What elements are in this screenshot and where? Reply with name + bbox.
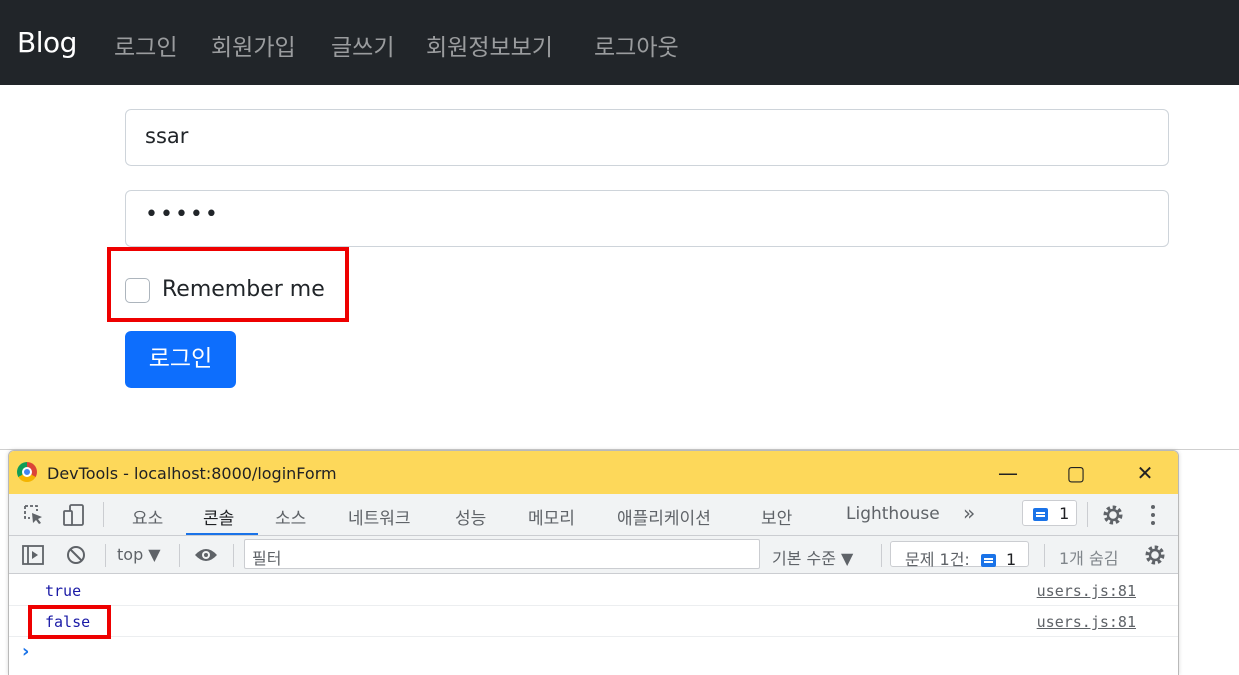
navbar-brand[interactable]: Blog <box>17 26 77 59</box>
login-button[interactable]: 로그인 <box>125 331 236 388</box>
nav-link-logout[interactable]: 로그아웃 <box>594 28 679 62</box>
tab-sources[interactable]: 소스 <box>275 504 306 529</box>
active-tab-indicator <box>186 533 258 535</box>
chrome-icon <box>17 462 37 482</box>
console-message-row: true users.js:81 <box>9 575 1178 606</box>
devtools-title: DevTools - localhost:8000/loginForm <box>47 464 337 483</box>
filterbar-separator <box>105 544 106 567</box>
clear-console-icon[interactable] <box>66 545 86 565</box>
console-settings-gear-icon[interactable] <box>1144 544 1166 566</box>
more-tabs-icon[interactable]: » <box>963 501 975 525</box>
toolbar-separator <box>103 502 104 527</box>
issues-prefix: 문제 1건: <box>905 550 970 569</box>
live-expression-eye-icon[interactable] <box>194 546 218 564</box>
console-filter-input[interactable]: 필터 <box>244 539 760 569</box>
console-source-link[interactable]: users.js:81 <box>1037 582 1136 600</box>
filterbar-separator <box>179 544 180 567</box>
device-toolbar-icon[interactable] <box>62 503 86 527</box>
inspect-element-icon[interactable] <box>23 504 45 526</box>
username-input[interactable]: ssar <box>125 109 1169 166</box>
maximize-button[interactable]: ▢ <box>1061 459 1091 487</box>
message-icon <box>980 554 996 567</box>
issues-counter-button[interactable]: 문제 1건: 1 <box>890 541 1029 569</box>
issues-badge[interactable]: 1 <box>1022 500 1077 526</box>
remember-label[interactable]: Remember me <box>162 277 325 302</box>
username-value: ssar <box>145 124 189 148</box>
nav-link-user-info[interactable]: 회원정보보기 <box>426 28 553 62</box>
tab-security[interactable]: 보안 <box>761 504 792 529</box>
filterbar-separator <box>1044 544 1045 567</box>
nav-link-write[interactable]: 글쓰기 <box>331 28 394 62</box>
filterbar-separator <box>233 544 234 567</box>
log-level-dropdown[interactable]: 기본 수준 ▼ <box>772 545 853 569</box>
issues-count: 1 <box>1006 550 1017 569</box>
tab-network[interactable]: 네트워크 <box>348 504 411 529</box>
console-message-row: false users.js:81 <box>9 606 1178 637</box>
tab-application[interactable]: 애플리케이션 <box>617 504 711 529</box>
context-selector[interactable]: top ▼ <box>117 545 161 564</box>
console-prompt-icon[interactable]: › <box>22 641 29 662</box>
tab-memory[interactable]: 메모리 <box>528 504 575 529</box>
console-value: true <box>45 582 82 600</box>
tab-elements[interactable]: 요소 <box>132 504 163 529</box>
console-filterbar: top ▼ 필터 기본 수준 ▼ 문제 1건: 1 1개 숨김 <box>9 536 1178 574</box>
false-highlight-box <box>28 605 111 639</box>
navbar: Blog 로그인 회원가입 글쓰기 회원정보보기 로그아웃 <box>0 0 1239 85</box>
toolbar-separator <box>1087 502 1088 527</box>
filterbar-separator <box>881 544 882 567</box>
sidebar-toggle-icon[interactable] <box>22 545 44 565</box>
devtools-tabbar: 요소 콘솔 소스 네트워크 성능 메모리 애플리케이션 보안 Lighthous… <box>9 494 1178 536</box>
nav-link-login[interactable]: 로그인 <box>114 28 177 62</box>
message-icon <box>1033 508 1048 521</box>
password-input[interactable]: ••••• <box>125 190 1169 247</box>
hidden-count: 1개 숨김 <box>1059 549 1119 568</box>
console-source-link[interactable]: users.js:81 <box>1037 613 1136 631</box>
close-button[interactable]: ✕ <box>1130 459 1160 487</box>
remember-checkbox[interactable] <box>125 278 150 303</box>
tab-lighthouse[interactable]: Lighthouse <box>846 504 940 524</box>
more-options-icon[interactable] <box>1149 504 1157 526</box>
filter-placeholder: 필터 <box>252 549 282 568</box>
settings-gear-icon[interactable] <box>1102 504 1124 526</box>
devtools-titlebar[interactable]: DevTools - localhost:8000/loginForm — ▢ … <box>9 451 1178 494</box>
nav-link-signup[interactable]: 회원가입 <box>211 28 296 62</box>
issues-badge-count: 1 <box>1059 504 1070 523</box>
password-value: ••••• <box>145 202 220 227</box>
tab-performance[interactable]: 성능 <box>455 504 486 529</box>
minimize-button[interactable]: — <box>993 459 1023 487</box>
devtools-window: DevTools - localhost:8000/loginForm — ▢ … <box>8 450 1179 675</box>
tab-console[interactable]: 콘솔 <box>203 504 234 529</box>
